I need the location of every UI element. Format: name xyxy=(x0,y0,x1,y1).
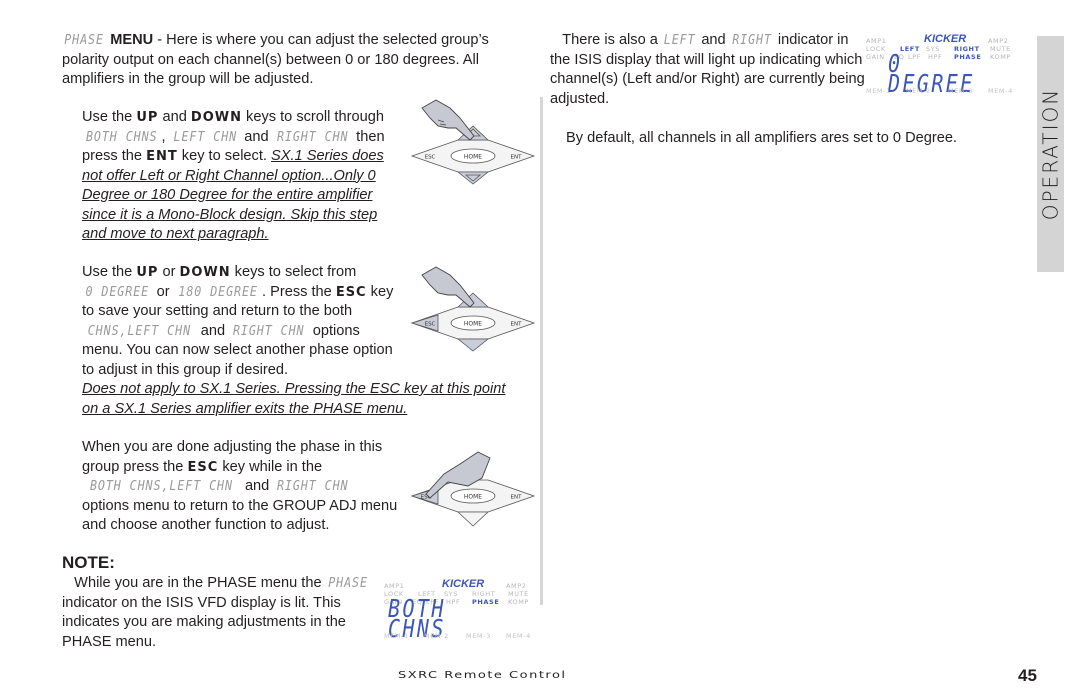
lcd-left-chn: LEFT CHN xyxy=(173,129,237,145)
text: , xyxy=(161,128,170,145)
phase-menu-intro: PHASE MENU - Here is where you can adjus… xyxy=(62,31,502,90)
pointing-hand-icon xyxy=(421,266,475,308)
default-setting-text: By default, all channels in all amplifie… xyxy=(566,130,957,146)
esc-key: ESC xyxy=(425,322,436,328)
lcd-0-degree: 0 DEGREE xyxy=(85,284,150,300)
text: keys to scroll through xyxy=(241,109,384,125)
text: and xyxy=(240,478,274,494)
lcd-right: RIGHT xyxy=(731,33,772,48)
ent-key: ENT xyxy=(511,322,523,328)
text: and xyxy=(697,32,730,48)
vfd-mem-2: MEM-2 xyxy=(906,87,931,95)
home-key: HOME xyxy=(464,494,482,501)
keypad-illustration-esc: HOME ESC ENT xyxy=(410,451,536,527)
home-key: HOME xyxy=(464,154,482,161)
note-heading: NOTE: xyxy=(62,553,115,572)
vfd-mem-1: MEM-1 xyxy=(384,632,409,640)
vfd-mem-4: MEM-4 xyxy=(506,632,531,640)
text: and xyxy=(240,128,273,145)
lcd-180-degree: 180 DEGREE xyxy=(178,284,258,300)
key-up: UP xyxy=(136,110,159,125)
vfd-main-readout: 0 DEGREE xyxy=(888,49,975,98)
text: key to select. xyxy=(177,148,272,164)
keypad-illustration-up-2: HOME ESC ENT xyxy=(410,266,536,352)
text: and xyxy=(158,109,191,125)
key-esc: ESC xyxy=(187,459,219,475)
left-right-indicator-text: There is also a LEFT and RIGHT indicator… xyxy=(550,31,870,109)
vfd-mem-4: MEM-4 xyxy=(988,87,1013,95)
key-ent: ENT xyxy=(146,149,178,164)
text: and xyxy=(196,322,230,339)
text: options menu to return to the GROUP ADJ … xyxy=(82,497,398,534)
text: . Press the xyxy=(262,283,336,300)
text: or xyxy=(158,264,180,280)
ent-key: ENT xyxy=(511,155,523,161)
pointing-hand-icon xyxy=(421,99,475,141)
text: key while in the xyxy=(218,458,323,475)
lcd-phase: PHASE xyxy=(327,576,368,591)
text: indicator on the ISIS VFD display is lit… xyxy=(62,594,346,650)
footer-title: SXRC Remote Control xyxy=(398,669,567,681)
text: keys to select from xyxy=(230,264,357,280)
key-esc: ESC xyxy=(335,284,367,300)
key-down: DOWN xyxy=(190,110,242,125)
vfd-mem-2: MEM-2 xyxy=(424,632,449,640)
key-down: DOWN xyxy=(179,265,231,280)
text: or xyxy=(152,283,174,300)
keypad: HOME ESC ENT xyxy=(410,479,536,527)
section-tab-label: OPERATION xyxy=(1037,87,1062,221)
vfd-mem-3: MEM-3 xyxy=(948,87,973,95)
lcd-right-chn: RIGHT CHN xyxy=(277,479,349,494)
keypad-illustration-up: HOME ESC ENT xyxy=(410,99,536,185)
vfd-display-0-degree: AMP1 KICKER AMP2 LOCK LEFT SYS RIGHT MUT… xyxy=(862,30,1022,98)
key-up: UP xyxy=(136,265,159,280)
menu-label: MENU xyxy=(110,32,154,48)
lcd-right-chn: RIGHT CHN xyxy=(276,129,349,145)
vfd-display-both-chns: AMP1 KICKER AMP2 LOCK LEFT SYS RIGHT MUT… xyxy=(380,575,540,641)
home-key: HOME xyxy=(464,321,482,328)
lcd-both-chns: BOTH CHNS xyxy=(85,129,158,145)
lcd-both-left: BOTH CHNS,LEFT CHN xyxy=(89,479,233,494)
page-number: 45 xyxy=(1018,666,1037,685)
lcd-phase: PHASE xyxy=(64,33,104,48)
sx1-note: Does not apply to SX.1 Series. Pressing … xyxy=(82,381,506,417)
text: While you are in the PHASE menu the xyxy=(74,575,326,591)
text: Use the xyxy=(82,264,137,280)
esc-key: ESC xyxy=(425,155,436,161)
vfd-label-komp: KOMP xyxy=(508,598,529,606)
ent-key: ENT xyxy=(511,495,523,501)
lcd-left: LEFT xyxy=(663,33,696,48)
note-body: While you are in the PHASE menu the PHAS… xyxy=(62,574,382,652)
text: There is also a xyxy=(562,32,662,48)
column-divider xyxy=(540,97,543,605)
vfd-mem-3: MEM-3 xyxy=(466,632,491,640)
lcd-right-chn: RIGHT CHN xyxy=(233,323,305,339)
lcd-chns-left-chn: CHNS,LEFT CHN xyxy=(87,323,192,339)
section-tab: OPERATION xyxy=(1037,36,1064,272)
text: Use the xyxy=(82,109,137,125)
